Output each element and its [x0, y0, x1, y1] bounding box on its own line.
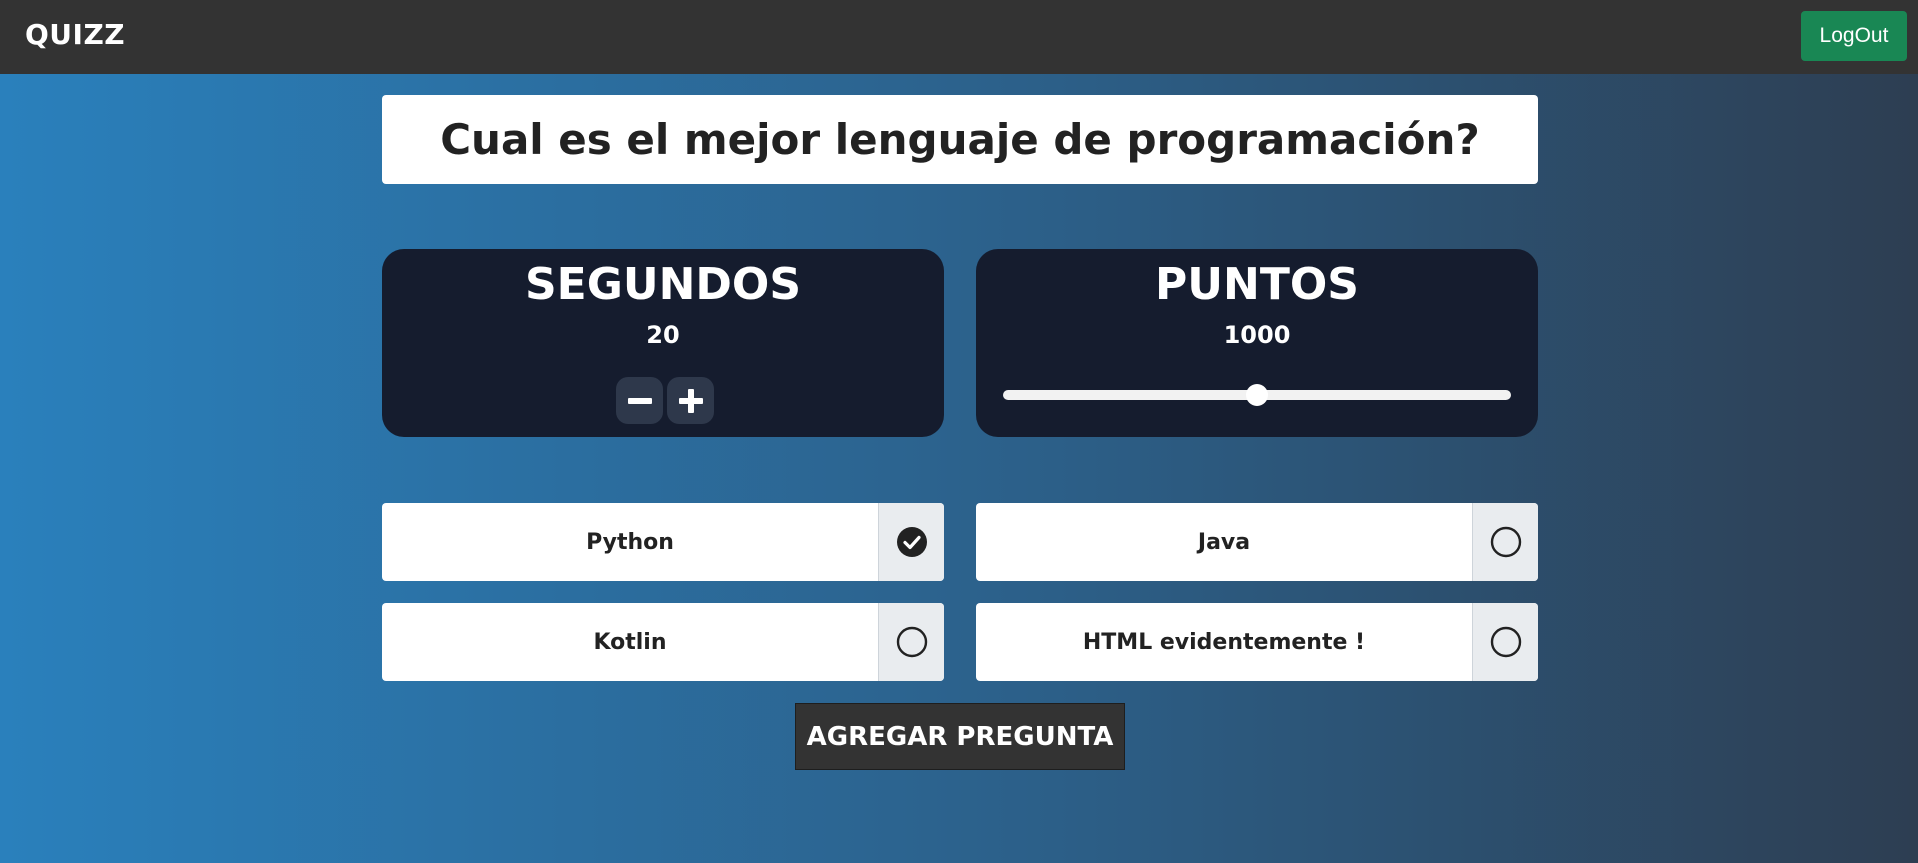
time-value: 20 [646, 321, 680, 349]
answer-radio-1[interactable] [878, 503, 944, 581]
points-slider[interactable] [1003, 383, 1511, 407]
increment-button[interactable] [667, 377, 714, 424]
brand-logo[interactable]: QUIZZ [25, 18, 125, 51]
answer-input-4[interactable]: HTML evidentemente ! [976, 603, 1472, 681]
time-panel: SEGUNDOS 20 [382, 249, 944, 437]
answer-option-1: Python [382, 503, 944, 581]
minus-icon [627, 397, 652, 404]
circle-icon [1490, 526, 1521, 558]
answer-input-3[interactable]: Kotlin [382, 603, 878, 681]
time-panel-title: SEGUNDOS [524, 259, 802, 310]
question-title[interactable]: Cual es el mejor lenguaje de programació… [382, 95, 1538, 184]
answer-option-4: HTML evidentemente ! [976, 603, 1538, 681]
decrement-button[interactable] [616, 377, 663, 424]
answer-option-3: Kotlin [382, 603, 944, 681]
navbar: QUIZZ LogOut [0, 0, 1918, 74]
circle-icon [1490, 626, 1521, 658]
answer-radio-3[interactable] [878, 603, 944, 681]
time-stepper [616, 377, 714, 424]
answer-option-2: Java [976, 503, 1538, 581]
check-circle-icon [896, 527, 927, 557]
slider-thumb[interactable] [1246, 384, 1268, 406]
points-value: 1000 [1223, 321, 1291, 349]
circle-icon [896, 626, 927, 658]
answer-input-2[interactable]: Java [976, 503, 1472, 581]
logout-button[interactable]: LogOut [1801, 11, 1907, 61]
points-panel-title: PUNTOS [1155, 259, 1359, 310]
answer-radio-4[interactable] [1472, 603, 1538, 681]
plus-icon [678, 388, 703, 413]
answer-input-1[interactable]: Python [382, 503, 878, 581]
answer-radio-2[interactable] [1472, 503, 1538, 581]
points-panel: PUNTOS 1000 [976, 249, 1538, 437]
add-question-button[interactable]: AGREGAR PREGUNTA [795, 703, 1125, 770]
